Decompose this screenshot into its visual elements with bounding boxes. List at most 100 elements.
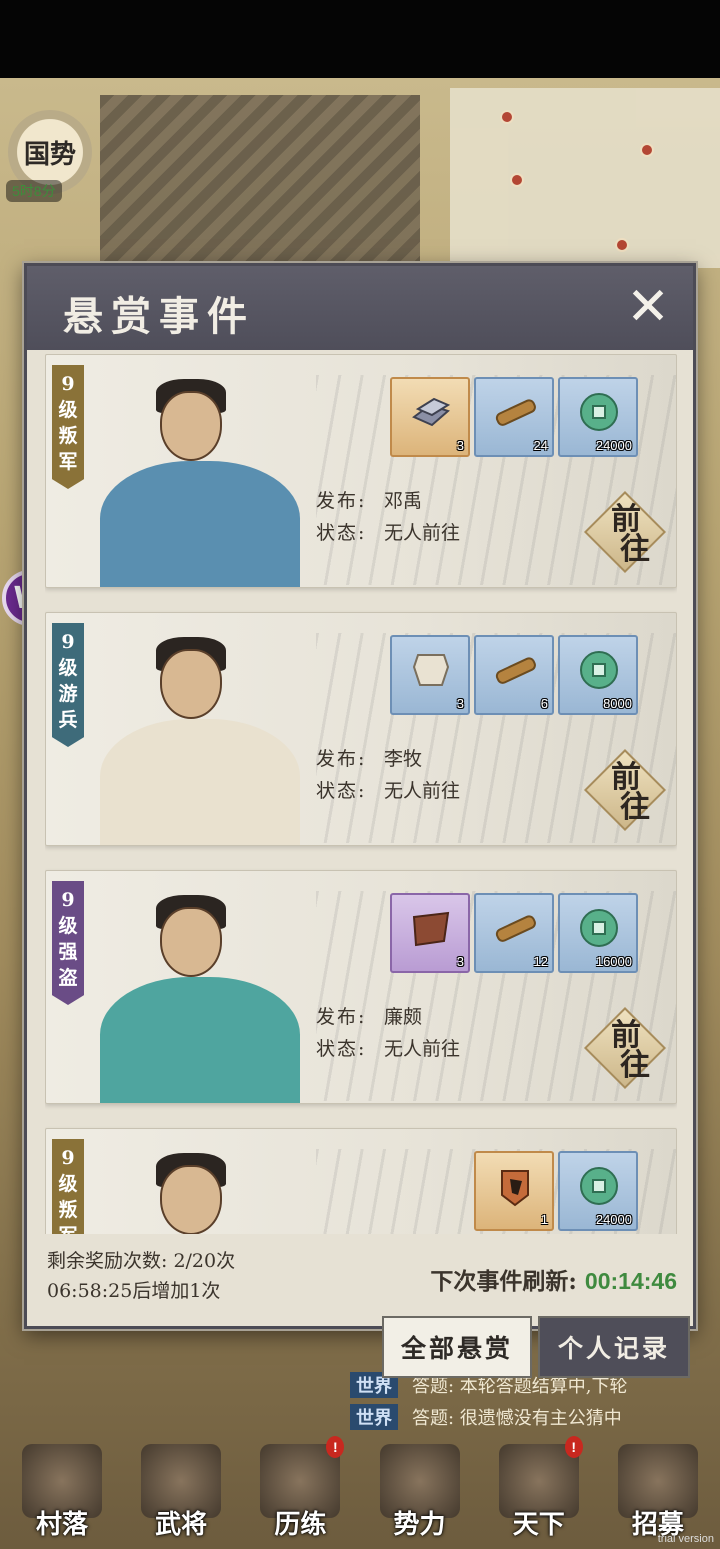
iron-ingot-icon (408, 391, 454, 433)
bounty-card[interactable]: 9级叛军 1 24000 (45, 1128, 677, 1234)
reward-items: 3 24 24000 (390, 377, 638, 457)
reward-item[interactable]: 16000 (558, 893, 638, 973)
publisher-label: 发布: (316, 490, 367, 512)
nav-label: 历练 (274, 1510, 327, 1540)
go-label: 前往 (611, 1018, 650, 1083)
map-marker-icon (500, 110, 514, 124)
increase-timer-text: 06:58:25后增加1次 (47, 1280, 221, 1302)
reward-count: 12 (533, 954, 548, 969)
nav-faction[interactable]: 势力 (366, 1440, 474, 1545)
general-portrait (82, 1135, 322, 1234)
bounty-info: 发布: 邓禹 状态: 无人前往 (316, 485, 460, 549)
copper-coin-icon (576, 391, 622, 433)
reward-item[interactable]: 8000 (558, 635, 638, 715)
mini-map[interactable] (450, 88, 720, 268)
bounty-card[interactable]: 9级游兵 3 6 8000 发布: 李牧 状态: 无人前往 前往 (45, 612, 677, 846)
nav-recruit[interactable]: 招募 (604, 1440, 712, 1545)
remaining-rewards-text: 剩余奖励次数: 2/20次 (47, 1250, 236, 1272)
copper-coin-icon (576, 907, 622, 949)
go-label: 前往 (611, 760, 650, 825)
go-button[interactable]: 前往 (583, 748, 667, 832)
guoshi-label: 国势 (23, 139, 76, 170)
reward-item[interactable]: 1 (474, 1151, 554, 1231)
status-value: 无人前往 (384, 522, 461, 544)
general-portrait (82, 619, 322, 845)
bounty-card[interactable]: 9级强盗 3 12 16000 发布: 廉颇 状态: 无人前往 前往 (45, 870, 677, 1104)
reward-count: 3 (456, 696, 464, 711)
go-button[interactable]: 前往 (583, 1006, 667, 1090)
reward-item[interactable]: 12 (474, 893, 554, 973)
chat-channel-tag: 世界 (350, 1404, 398, 1430)
copper-coin-icon (576, 649, 622, 691)
portrait-head (160, 649, 222, 719)
nav-label: 势力 (393, 1510, 446, 1540)
publisher-label: 发布: (316, 1006, 367, 1028)
bounty-card[interactable]: 9级叛军 3 24 24000 发布: 邓禹 状态: 无人前往 前往 (45, 354, 677, 588)
nav-label: 武将 (155, 1510, 208, 1540)
horse-token-icon (492, 1165, 538, 1207)
publisher-name: 李牧 (384, 748, 423, 770)
status-value: 无人前往 (384, 1038, 461, 1060)
chat-line[interactable]: 世界 答题: 很遗憾没有主公猜中 (350, 1402, 720, 1432)
nav-generals[interactable]: 武将 (127, 1440, 235, 1545)
reward-count: 1 (540, 1212, 548, 1227)
reward-item[interactable]: 24 (474, 377, 554, 457)
reward-quota: 剩余奖励次数: 2/20次 06:58:25后增加1次 (47, 1246, 235, 1306)
reward-item[interactable]: 3 (390, 635, 470, 715)
rank-ribbon: 9级叛军 (52, 1139, 84, 1234)
go-label: 前往 (611, 502, 650, 567)
reward-count: 16000 (595, 954, 632, 969)
refresh-label: 下次事件刷新: (430, 1268, 577, 1295)
nav-training[interactable]: ! 历练 (246, 1436, 354, 1545)
tab-personal-records[interactable]: 个人记录 (538, 1316, 690, 1378)
guoshi-timer: 5时8分 (6, 180, 62, 202)
chat-message: 答题: 很遗憾没有主公猜中 (412, 1408, 622, 1429)
go-button[interactable]: 前往 (583, 490, 667, 574)
reward-count: 24000 (595, 1212, 632, 1227)
nav-village[interactable]: 村落 (8, 1440, 116, 1545)
close-x-icon: ✕ (626, 277, 670, 337)
reward-count: 6 (540, 696, 548, 711)
bounty-dialog: 悬赏事件 ✕ 9级叛军 3 24 24000 发布: 邓禹 状态: 无人前往前往 9级游兵 3 6 8… (24, 263, 696, 1329)
wood-log-icon (492, 649, 538, 691)
reward-item[interactable]: 24000 (558, 1151, 638, 1231)
reward-count: 3 (456, 954, 464, 969)
portrait-head (160, 1165, 222, 1234)
refresh-timer: 00:14:46 (584, 1268, 677, 1294)
general-portrait (82, 877, 322, 1103)
status-value: 无人前往 (384, 780, 461, 802)
nav-label: 天下 (512, 1510, 565, 1540)
status-label: 状态: (316, 1038, 367, 1060)
rank-ribbon: 9级强盗 (52, 881, 84, 1005)
reward-item[interactable]: 3 (390, 893, 470, 973)
status-bar (0, 0, 720, 78)
close-button[interactable]: ✕ (621, 280, 675, 334)
reward-item[interactable]: 24000 (558, 377, 638, 457)
animal-hide-icon (408, 649, 454, 691)
wood-log-icon (492, 391, 538, 433)
alert-badge: ! (326, 1436, 345, 1458)
rank-ribbon: 9级游兵 (52, 623, 84, 747)
reward-items: 3 6 8000 (390, 635, 638, 715)
general-portrait (82, 361, 322, 587)
portrait-head (160, 907, 222, 977)
nav-world[interactable]: ! 天下 (485, 1436, 593, 1545)
bounty-list[interactable]: 9级叛军 3 24 24000 发布: 邓禹 状态: 无人前往前往 9级游兵 3 6 8000 发布: 李… (45, 354, 677, 1234)
bounty-info: 发布: 李牧 状态: 无人前往 (316, 743, 460, 807)
map-marker-icon (510, 173, 524, 187)
wood-log-icon (492, 907, 538, 949)
dialog-header: 悬赏事件 ✕ (27, 266, 693, 350)
map-marker-icon (640, 143, 654, 157)
reward-count: 3 (456, 438, 464, 453)
dialog-title: 悬赏事件 (63, 293, 255, 340)
leather-icon (408, 907, 454, 949)
publisher-name: 廉颇 (384, 1006, 423, 1028)
portrait-body (100, 977, 300, 1103)
bottom-nav: 村落 武将 ! 历练 势力 ! 天下 招募 (0, 1436, 720, 1549)
portrait-body (100, 719, 300, 845)
tab-all-bounties[interactable]: 全部悬赏 (382, 1316, 532, 1378)
reward-item[interactable]: 3 (390, 377, 470, 457)
reward-items: 1 24000 (474, 1151, 638, 1231)
reward-item[interactable]: 6 (474, 635, 554, 715)
status-label: 状态: (316, 780, 367, 802)
